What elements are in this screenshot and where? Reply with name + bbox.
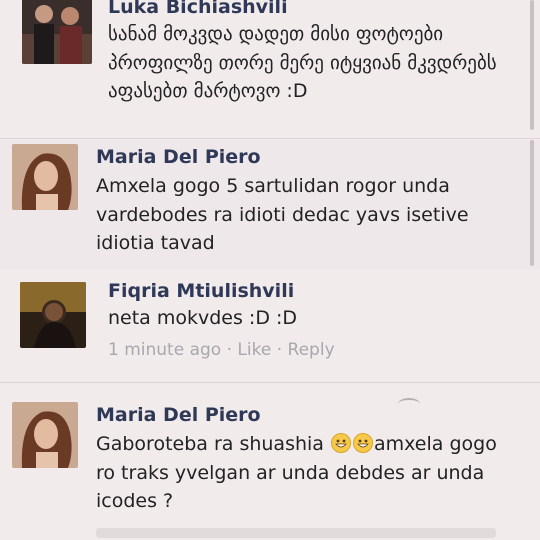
- avatar[interactable]: [20, 282, 86, 348]
- timestamp: 1 minute ago: [108, 340, 222, 360]
- comment-text: სანამ მოკვდა დადეთ მისი ფოტოები პროფილზე…: [108, 23, 497, 102]
- avatar[interactable]: [22, 0, 92, 64]
- divider: [0, 138, 540, 139]
- chevron-down-icon[interactable]: [398, 398, 420, 410]
- commenter-name[interactable]: Maria Del Piero: [96, 146, 261, 168]
- comment-item: Maria Del Piero Gaboroteba ra shuashia a…: [0, 384, 540, 540]
- like-link[interactable]: Like: [237, 340, 271, 360]
- grinning-face-emoji-icon: [352, 433, 373, 453]
- separator: ·: [271, 340, 288, 360]
- comment-meta: 1 minute ago · Like · Reply: [108, 340, 335, 360]
- comment-item: Luka Bichiashvili სანამ მოკვდა დადეთ მის…: [0, 0, 540, 142]
- comment-item: Fiqria Mtiulishvili neta mokvdes :D :D 1…: [0, 270, 540, 380]
- scrollbar[interactable]: [530, 140, 534, 266]
- cut-off-meta: [96, 528, 496, 538]
- commenter-name[interactable]: Fiqria Mtiulishvili: [108, 280, 294, 302]
- comment-text: neta mokvdes :D :D: [108, 307, 298, 329]
- avatar[interactable]: [12, 402, 78, 468]
- commenter-name[interactable]: Maria Del Piero: [96, 404, 261, 426]
- separator: ·: [221, 340, 238, 360]
- scrollbar[interactable]: [530, 0, 534, 130]
- comment-item: Maria Del Piero Amxela gogo 5 sartulidan…: [0, 140, 540, 270]
- comment-text: Amxela gogo 5 sartulidan rogor unda vard…: [96, 175, 469, 254]
- comment-text-part: Gaboroteba ra shuashia: [96, 433, 330, 455]
- comment-text: Gaboroteba ra shuashia amxela gogo ro tr…: [96, 430, 516, 516]
- reply-link[interactable]: Reply: [288, 340, 335, 360]
- divider: [0, 382, 540, 383]
- avatar[interactable]: [12, 144, 78, 210]
- grinning-face-emoji-icon: [330, 433, 351, 453]
- commenter-name[interactable]: Luka Bichiashvili: [108, 0, 288, 18]
